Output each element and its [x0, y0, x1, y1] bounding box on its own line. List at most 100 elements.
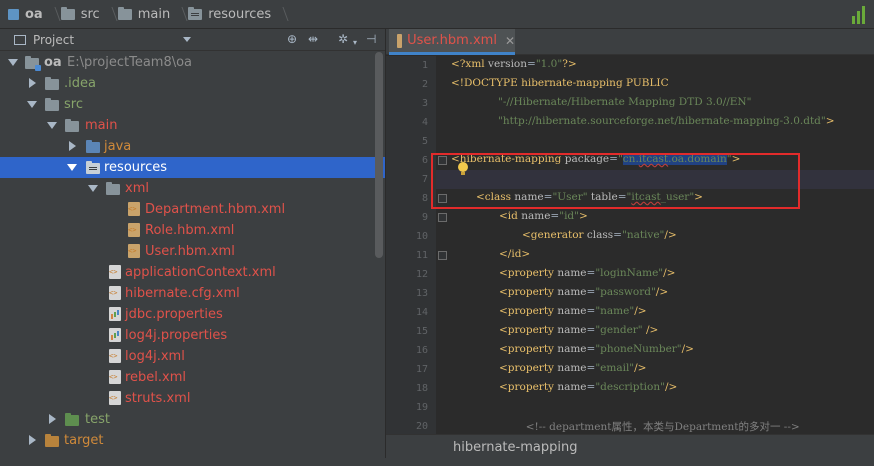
- line-number: 4: [421, 117, 428, 128]
- close-icon[interactable]: ✕: [505, 34, 515, 48]
- module-icon: [8, 8, 19, 20]
- tab-label: User.hbm.xml: [407, 33, 497, 48]
- status-bar: [0, 458, 874, 466]
- code-line: 14 <property name="name"/>: [386, 303, 874, 322]
- tree-item-resources[interactable]: resources: [0, 157, 385, 178]
- resources-folder-icon: [188, 6, 203, 20]
- tab-user-hbm-xml[interactable]: User.hbm.xml ✕: [389, 29, 515, 55]
- tree-item-applicationcontext[interactable]: applicationContext.xml: [0, 262, 385, 283]
- navigation-bar: oa src main resources: [0, 0, 874, 29]
- code-area[interactable]: 1 <?xml version="1.0"?> 2 <!DOCTYPE hibe…: [386, 56, 874, 437]
- gear-dropdown-icon[interactable]: ▾: [353, 36, 357, 49]
- project-panel-title[interactable]: Project: [33, 33, 74, 47]
- folder-icon: [117, 6, 132, 20]
- test-folder-icon: [65, 413, 79, 426]
- expand-arrow-icon[interactable]: [47, 122, 57, 129]
- editor-breadcrumb[interactable]: hibernate-mapping: [386, 434, 874, 460]
- code-comment: <!-- department属性，本类与Department的多对一 -->: [499, 421, 800, 433]
- tree-item-label: Department.hbm.xml: [145, 202, 286, 217]
- collapse-arrow-icon[interactable]: [49, 414, 56, 424]
- tree-item-label: .idea: [64, 76, 96, 91]
- tree-item-label: oa: [44, 55, 62, 70]
- tree-item-main[interactable]: main: [0, 115, 385, 136]
- tree-item-hibernate-cfg[interactable]: hibernate.cfg.xml: [0, 283, 385, 304]
- code-line: 3 "-//Hibernate/Hibernate Mapping DTD 3.…: [386, 94, 874, 113]
- tree-item-department-hbm[interactable]: Department.hbm.xml: [0, 199, 385, 220]
- hibernate-file-icon: [128, 202, 140, 216]
- line-number: 13: [415, 288, 428, 299]
- line-number: 14: [415, 307, 428, 318]
- tree-item-target[interactable]: target: [0, 430, 385, 451]
- tree-item-label: main: [85, 118, 118, 133]
- code-line: 16 <property name="phoneNumber"/>: [386, 341, 874, 360]
- tree-item-user-hbm[interactable]: User.hbm.xml: [0, 241, 385, 262]
- folder-icon: [65, 119, 79, 132]
- nav-crumb-src[interactable]: src: [57, 0, 104, 29]
- build-status-icon[interactable]: [852, 6, 866, 24]
- expand-arrow-icon[interactable]: [27, 101, 37, 108]
- editor-panel: User.hbm.xml ✕ 1 <?xml version="1.0"?> 2…: [386, 29, 874, 466]
- module-folder-icon: [25, 56, 41, 71]
- project-panel: Project ⊕ ⇹ ✲ ▾ ⊣ oa E:\projectTeam8\oa …: [0, 29, 386, 466]
- folder-icon: [45, 98, 59, 111]
- properties-file-icon: [109, 328, 121, 342]
- tree-item-oa[interactable]: oa E:\projectTeam8\oa: [0, 52, 385, 73]
- expand-arrow-icon[interactable]: [67, 164, 77, 171]
- nav-crumb-label: src: [80, 6, 100, 22]
- sync-icon[interactable]: ⊕: [287, 33, 297, 46]
- tree-item-log4j-xml[interactable]: log4j.xml: [0, 346, 385, 367]
- line-number: 8: [421, 193, 428, 204]
- nav-crumb-resources[interactable]: resources: [184, 0, 275, 29]
- tree-item-rebel-xml[interactable]: rebel.xml: [0, 367, 385, 388]
- source-folder-icon: [86, 140, 100, 153]
- gear-icon[interactable]: ✲: [338, 33, 348, 46]
- tree-item-jdbc-properties[interactable]: jdbc.properties: [0, 304, 385, 325]
- tree-item-label: applicationContext.xml: [125, 265, 276, 280]
- project-scrollbar[interactable]: [375, 52, 383, 258]
- tree-item-src[interactable]: src: [0, 94, 385, 115]
- tree-item-java[interactable]: java: [0, 136, 385, 157]
- nav-crumb-main[interactable]: main: [114, 0, 174, 29]
- tree-item-idea[interactable]: .idea: [0, 73, 385, 94]
- code-line: 1 <?xml version="1.0"?>: [386, 56, 874, 75]
- line-number: 16: [415, 345, 428, 356]
- nav-crumb-label: oa: [25, 6, 43, 22]
- collapse-arrow-icon[interactable]: [69, 141, 76, 151]
- line-number: 12: [415, 269, 428, 280]
- line-number: 6: [421, 155, 428, 166]
- tree-item-role-hbm[interactable]: Role.hbm.xml: [0, 220, 385, 241]
- collapse-arrow-icon[interactable]: [29, 435, 36, 445]
- line-number: 20: [415, 421, 428, 432]
- chevron-down-icon[interactable]: [183, 37, 191, 42]
- tree-item-test[interactable]: test: [0, 409, 385, 430]
- line-number: 15: [415, 326, 428, 337]
- nav-crumb-oa[interactable]: oa: [4, 0, 47, 29]
- fold-marker-icon[interactable]: [438, 251, 447, 260]
- line-number: 10: [415, 231, 428, 242]
- line-number: 17: [415, 364, 428, 375]
- collapse-all-icon[interactable]: ⇹: [308, 33, 318, 46]
- tree-item-log4j-properties[interactable]: log4j.properties: [0, 325, 385, 346]
- line-number: 5: [421, 136, 428, 147]
- tree-item-label: Role.hbm.xml: [145, 223, 235, 238]
- fold-marker-icon[interactable]: [438, 213, 447, 222]
- xml-file-icon: [109, 370, 121, 384]
- properties-file-icon: [109, 307, 121, 321]
- expand-arrow-icon[interactable]: [88, 185, 98, 192]
- code-line: 4 "http://hibernate.sourceforge.net/hibe…: [386, 113, 874, 132]
- code-line: 9 <id name="id">: [386, 208, 874, 227]
- tree-item-struts-xml[interactable]: struts.xml: [0, 388, 385, 409]
- expand-arrow-icon[interactable]: [8, 59, 18, 66]
- xml-file-icon: [109, 265, 121, 279]
- project-panel-header: Project ⊕ ⇹ ✲ ▾ ⊣: [0, 29, 385, 51]
- tree-item-xml[interactable]: xml: [0, 178, 385, 199]
- tree-item-label: hibernate.cfg.xml: [125, 286, 240, 301]
- hide-panel-icon[interactable]: ⊣: [366, 33, 376, 46]
- tree-item-label: rebel.xml: [125, 370, 187, 385]
- nav-crumb-label: main: [137, 6, 171, 22]
- xml-file-icon: [109, 391, 121, 405]
- resources-folder-icon: [86, 161, 100, 174]
- hibernate-file-icon: [397, 33, 403, 48]
- collapse-arrow-icon[interactable]: [29, 78, 36, 88]
- line-number: 9: [421, 212, 428, 223]
